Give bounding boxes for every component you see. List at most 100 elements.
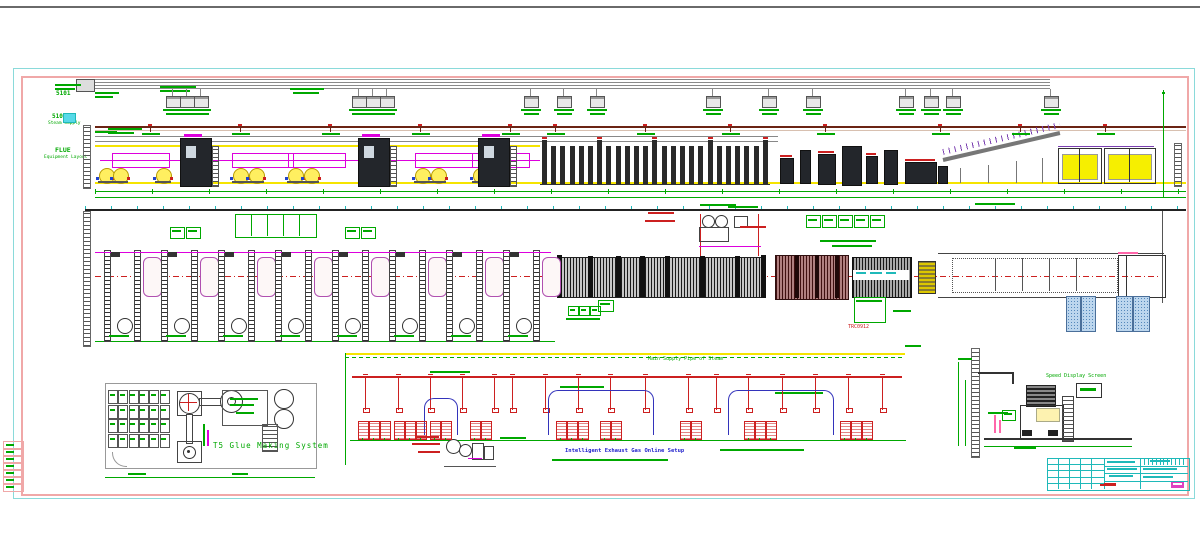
- revision-text: [6, 486, 14, 488]
- titleblock-col: [1091, 458, 1092, 489]
- pedestal-wheel: [1022, 430, 1032, 436]
- heat-exchanger: [680, 421, 691, 440]
- corrugator-endcap: [761, 255, 766, 298]
- titleblock-cell: [1179, 458, 1180, 465]
- mill-roll-stand: [362, 250, 369, 342]
- cabinet-label: [806, 113, 821, 115]
- stand-head: [396, 252, 405, 257]
- side-wall: [971, 348, 980, 458]
- micro-label: [566, 318, 600, 320]
- starch-tank: [129, 434, 139, 448]
- roll-chuck: [170, 177, 173, 180]
- micro-label: [160, 86, 196, 88]
- steam-valve: [508, 124, 512, 126]
- corrugator-divider: [700, 256, 705, 297]
- corrugator-divider: [735, 256, 740, 297]
- roll-chuck: [263, 177, 266, 180]
- cabinet-label: [380, 113, 395, 115]
- facer-bridge: [362, 134, 380, 137]
- facer-ladder: [510, 146, 517, 187]
- steam-valve: [1018, 124, 1022, 126]
- splice-table: [235, 214, 317, 238]
- steam-riser: [688, 377, 689, 410]
- cabinet-label: [366, 113, 381, 115]
- dryer-module: [643, 146, 648, 184]
- mill-roll-stand: [533, 250, 540, 342]
- roll-core: [117, 318, 133, 334]
- steam-tap: [150, 127, 151, 132]
- machine-unit: [818, 154, 836, 185]
- starch-tank: [139, 405, 149, 419]
- dryer-module: [662, 146, 667, 184]
- steam-valve: [328, 124, 332, 126]
- titleblock-row: [1047, 477, 1104, 478]
- cabinet-label: [590, 113, 605, 115]
- annotation-box: [579, 306, 590, 316]
- pump-drain: [855, 438, 856, 441]
- cabinet-label: [554, 109, 574, 111]
- roll-stand: [232, 181, 248, 183]
- starch-tank: [129, 390, 139, 404]
- tank-label: [120, 394, 125, 396]
- cable-drop: [952, 89, 953, 96]
- cable-drop: [372, 89, 373, 96]
- micro-label: [55, 88, 75, 90]
- control-cabinet: [806, 96, 821, 108]
- micro-label: [232, 473, 248, 475]
- steam-riser: [882, 377, 883, 410]
- starch-tank: [108, 419, 118, 433]
- cable-drop: [1050, 89, 1051, 96]
- riser-tick: [492, 374, 497, 375]
- mill-roll-stand: [476, 250, 483, 342]
- heat-exchanger: [405, 421, 416, 440]
- dryer-module: [726, 146, 731, 184]
- side-dim: [965, 380, 966, 446]
- riser-tick: [780, 374, 785, 375]
- riser-tick: [746, 374, 751, 375]
- steam-riser: [462, 377, 463, 410]
- pump-drain: [866, 438, 867, 441]
- paper-roll-plan: [200, 257, 219, 297]
- piping-frame-left: [345, 353, 346, 465]
- mill-roll-stand: [218, 250, 225, 342]
- dryer-module: [763, 140, 768, 184]
- annotation-text: [363, 230, 372, 232]
- heat-exchanger: [481, 421, 492, 440]
- roll-chuck: [285, 177, 288, 180]
- starch-tank: [139, 434, 149, 448]
- starch-tank: [118, 390, 128, 404]
- glue-mixer: [699, 227, 729, 242]
- control-room-box: [838, 215, 853, 228]
- tank-label: [140, 438, 145, 440]
- company-logo-text: [1173, 483, 1182, 485]
- steam-riser: [398, 377, 399, 410]
- dryer-module: [744, 146, 749, 184]
- dim-ticks: [95, 189, 1186, 194]
- dryer-valve: [542, 137, 547, 139]
- dryer-valve: [652, 137, 657, 139]
- stand-head: [282, 252, 291, 257]
- titleblock-cell: [1171, 458, 1172, 465]
- roll-core: [174, 318, 190, 334]
- riser-valve: [510, 408, 517, 413]
- micro-label: [95, 131, 117, 133]
- plan-top-ticks: [85, 206, 1186, 209]
- pump-drain: [434, 438, 435, 441]
- heat-exchanger: [369, 421, 380, 440]
- titleblock-cell: [1144, 458, 1145, 465]
- cabinet-label: [587, 109, 607, 111]
- machine-unit: [842, 146, 862, 186]
- roll-core: [345, 318, 361, 334]
- trc-code-label: TRC0912: [848, 325, 869, 331]
- steam-valve: [1103, 124, 1107, 126]
- roll-stand: [430, 181, 446, 183]
- micro-label: [108, 128, 142, 130]
- starch-tank: [139, 419, 149, 433]
- mill-roll-stand: [503, 250, 510, 342]
- paper-roll-plan: [314, 257, 333, 297]
- facer-ladder: [390, 146, 397, 187]
- cabinet-label: [803, 109, 823, 111]
- cable-drop: [905, 89, 906, 96]
- cable-drop: [530, 89, 531, 96]
- tank-label: [161, 423, 166, 425]
